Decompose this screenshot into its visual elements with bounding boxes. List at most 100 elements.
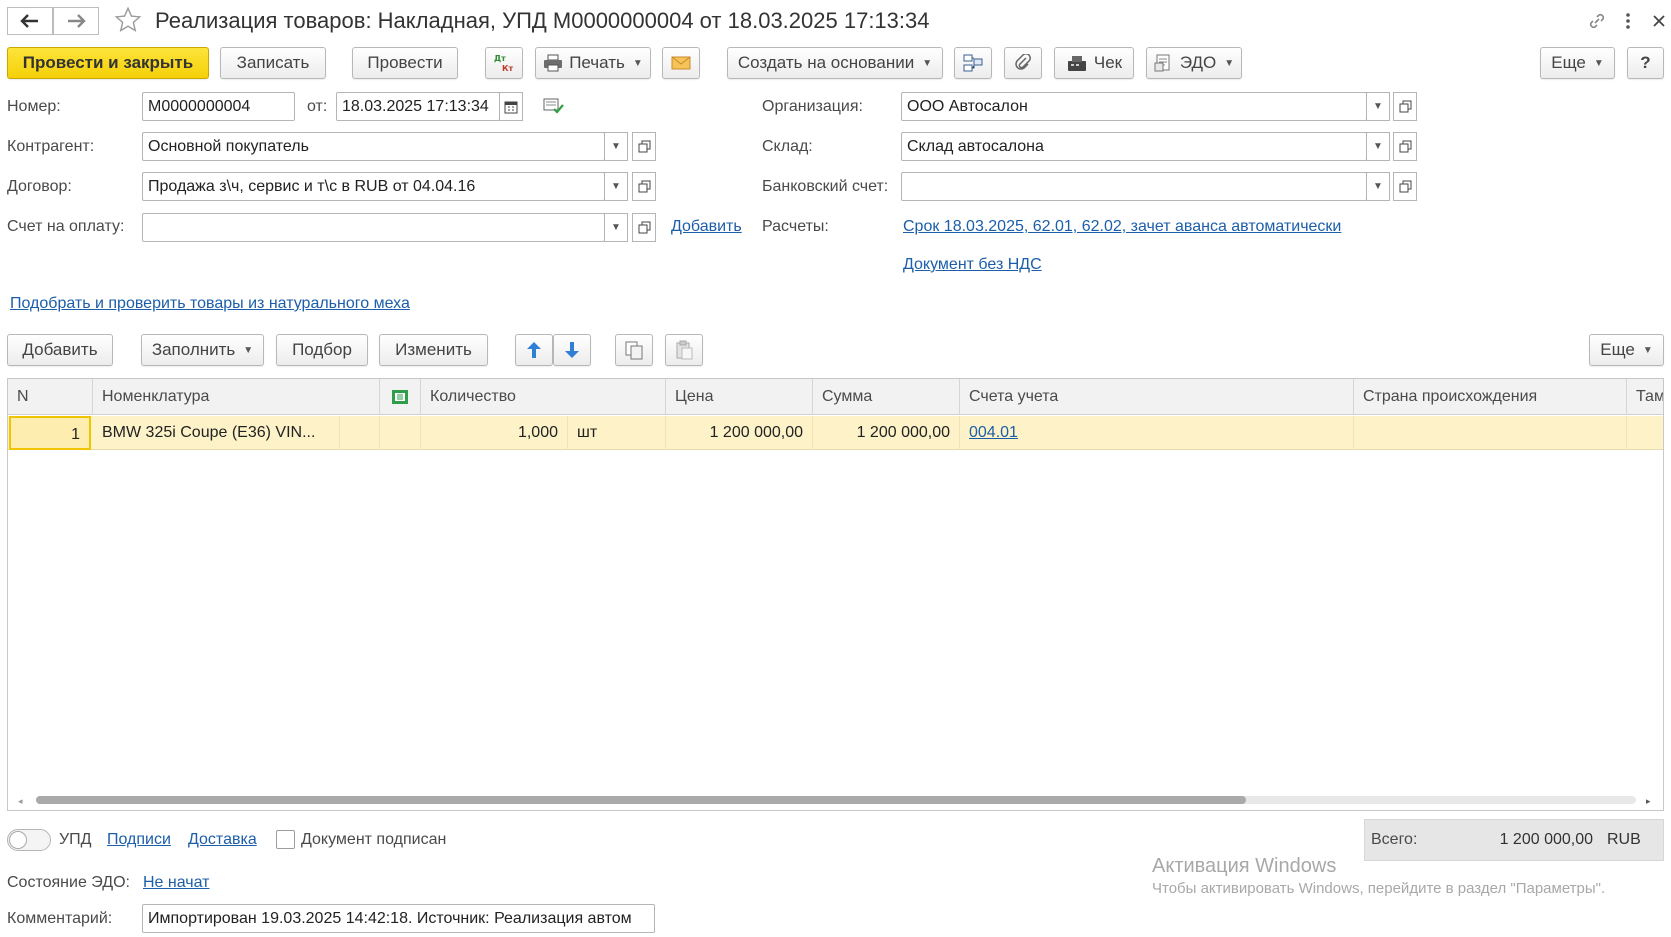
cell-country[interactable] <box>1354 416 1627 450</box>
back-button[interactable] <box>7 7 53 35</box>
counterparty-open-button[interactable] <box>632 132 656 161</box>
table-header: N Номенклатура Количество Цена Сумма Сче… <box>8 379 1663 415</box>
chevron-down-icon: ▼ <box>1373 181 1383 192</box>
cell-unit[interactable]: шт <box>568 416 666 450</box>
column-header-price[interactable]: Цена <box>666 379 813 415</box>
stock-icon <box>392 389 408 404</box>
cell-customs[interactable] <box>1627 416 1663 450</box>
invoice-open-button[interactable] <box>632 213 656 242</box>
print-button[interactable]: Печать ▼ <box>535 47 651 79</box>
number-field[interactable]: М0000000004 <box>142 92 295 121</box>
favorite-star-icon[interactable] <box>114 6 142 39</box>
scroll-right-arrow[interactable]: ▸ <box>1646 796 1651 807</box>
column-header-quantity[interactable]: Количество <box>421 379 666 415</box>
cell-n[interactable]: 1 <box>9 416 91 450</box>
signatures-link[interactable]: Подписи <box>107 831 171 849</box>
column-header-n[interactable]: N <box>8 379 93 415</box>
account-link[interactable]: 004.01 <box>969 424 1018 441</box>
cell-item-extra[interactable] <box>340 416 380 450</box>
attach-button[interactable] <box>1004 47 1042 79</box>
goods-table[interactable]: N Номенклатура Количество Цена Сумма Сче… <box>7 378 1664 811</box>
save-button[interactable]: Записать <box>220 47 326 79</box>
cell-item[interactable]: BMW 325i Coupe (E36) VIN... <box>93 416 340 450</box>
calendar-button[interactable] <box>499 92 523 121</box>
table-more-button[interactable]: Еще ▼ <box>1589 334 1664 366</box>
invoice-field[interactable] <box>142 213 605 242</box>
column-header-item[interactable]: Номенклатура <box>93 379 380 415</box>
move-up-button[interactable] <box>515 334 553 366</box>
contract-dropdown-button[interactable]: ▼ <box>604 172 628 201</box>
open-window-icon <box>1399 140 1411 153</box>
date-label: от: <box>307 98 328 115</box>
cell-quantity[interactable]: 1,000 <box>421 416 568 450</box>
warehouse-dropdown-button[interactable]: ▼ <box>1366 132 1390 161</box>
document-signed-checkbox[interactable] <box>276 830 295 849</box>
counterparty-field[interactable]: Основной покупатель <box>142 132 605 161</box>
warehouse-field[interactable]: Склад автосалона <box>901 132 1367 161</box>
column-header-customs[interactable]: Там <box>1627 379 1663 415</box>
comment-field[interactable]: Импортирован 19.03.2025 14:42:18. Источн… <box>142 904 655 933</box>
link-icon[interactable] <box>1584 8 1610 34</box>
settlements-link[interactable]: Срок 18.03.2025, 62.01, 62.02, зачет ава… <box>903 218 1341 236</box>
horizontal-scrollbar-thumb[interactable] <box>36 796 1246 804</box>
contract-open-button[interactable] <box>632 172 656 201</box>
delivery-link[interactable]: Доставка <box>188 831 257 849</box>
warehouse-open-button[interactable] <box>1393 132 1417 161</box>
post-and-close-button[interactable]: Провести и закрыть <box>7 47 209 79</box>
column-header-sum[interactable]: Сумма <box>813 379 960 415</box>
dt-kt-button[interactable]: Дт Кт <box>485 47 523 79</box>
document-structure-icon <box>963 54 983 72</box>
bank-account-open-button[interactable] <box>1393 172 1417 201</box>
open-window-icon <box>1399 100 1411 113</box>
organization-dropdown-button[interactable]: ▼ <box>1366 92 1390 121</box>
organization-field[interactable]: ООО Автосалон <box>901 92 1367 121</box>
cell-price[interactable]: 1 200 000,00 <box>666 416 813 450</box>
fill-button[interactable]: Заполнить ▼ <box>141 334 264 366</box>
bank-account-field[interactable] <box>901 172 1367 201</box>
more-vert-icon[interactable] <box>1615 8 1641 34</box>
contract-field[interactable]: Продажа з\ч, сервис и т\с в RUB от 04.04… <box>142 172 605 201</box>
counterparty-dropdown-button[interactable]: ▼ <box>604 132 628 161</box>
post-button[interactable]: Провести <box>352 47 458 79</box>
help-button[interactable]: ? <box>1627 47 1664 79</box>
fur-goods-link[interactable]: Подобрать и проверить товары из натураль… <box>10 295 410 313</box>
counterparty-label: Контрагент: <box>7 138 95 155</box>
column-header-icon[interactable] <box>380 379 421 415</box>
receipt-button[interactable]: Чек <box>1054 47 1134 79</box>
bank-account-dropdown-button[interactable]: ▼ <box>1366 172 1390 201</box>
pick-button[interactable]: Подбор <box>276 334 368 366</box>
total-currency: RUB <box>1607 831 1641 848</box>
open-window-icon <box>638 221 650 234</box>
structure-button[interactable] <box>954 47 992 79</box>
open-window-icon <box>638 140 650 153</box>
more-button[interactable]: Еще ▼ <box>1540 47 1615 79</box>
forward-button[interactable] <box>53 7 99 35</box>
arrow-left-icon <box>20 14 38 28</box>
organization-open-button[interactable] <box>1393 92 1417 121</box>
create-based-on-button[interactable]: Создать на основании ▼ <box>727 47 943 79</box>
edo-button[interactable]: ЭДО ▼ <box>1146 47 1242 79</box>
cell-icon[interactable] <box>380 416 421 450</box>
copy-button[interactable] <box>615 334 653 366</box>
column-header-country[interactable]: Страна происхождения <box>1354 379 1627 415</box>
change-button[interactable]: Изменить <box>379 334 488 366</box>
table-row[interactable]: 1 BMW 325i Coupe (E36) VIN... 1,000 шт 1… <box>8 416 1663 450</box>
cell-accounts[interactable]: 004.01 <box>960 416 1354 450</box>
paste-button[interactable] <box>665 334 703 366</box>
scroll-left-arrow[interactable]: ◂ <box>18 796 23 807</box>
document-check-icon[interactable] <box>543 97 565 120</box>
date-field[interactable]: 18.03.2025 17:13:34 <box>336 92 500 121</box>
arrow-down-icon <box>565 342 579 358</box>
add-row-button[interactable]: Добавить <box>7 334 113 366</box>
column-header-accounts[interactable]: Счета учета <box>960 379 1354 415</box>
invoice-dropdown-button[interactable]: ▼ <box>604 213 628 242</box>
vat-link[interactable]: Документ без НДС <box>903 256 1042 274</box>
move-down-button[interactable] <box>553 334 591 366</box>
cell-sum[interactable]: 1 200 000,00 <box>813 416 960 450</box>
email-button[interactable] <box>662 47 700 79</box>
invoice-add-link[interactable]: Добавить <box>671 218 742 236</box>
chevron-down-icon: ▼ <box>1224 57 1235 69</box>
upd-toggle[interactable] <box>7 829 51 851</box>
close-icon[interactable] <box>1646 8 1671 34</box>
edo-state-link[interactable]: Не начат <box>143 874 210 892</box>
